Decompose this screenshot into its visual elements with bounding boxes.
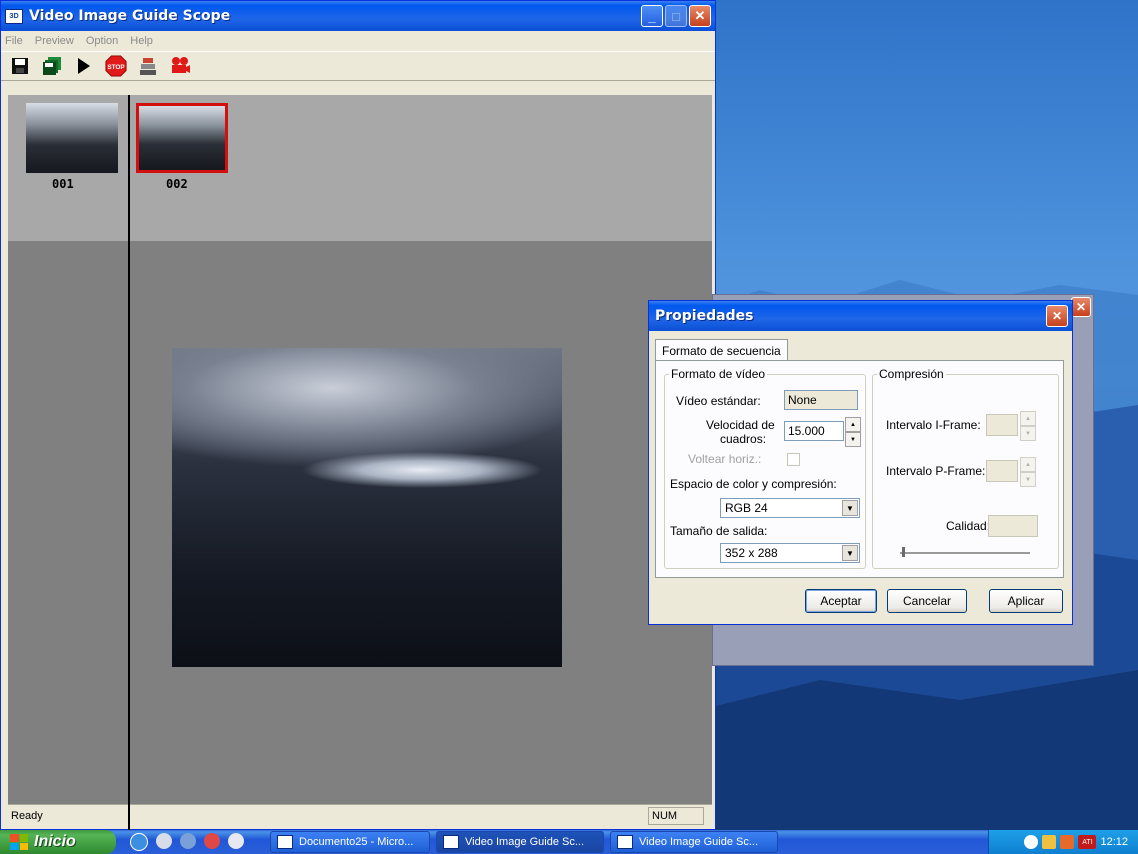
dialog-close-button[interactable]: ✕	[1046, 305, 1068, 327]
tab-sequence-format[interactable]: Formato de secuencia	[655, 339, 788, 362]
compression-legend: Compresión	[879, 367, 944, 381]
cancel-button[interactable]: Cancelar	[887, 589, 967, 613]
quality-slider[interactable]	[900, 552, 1030, 555]
save-icon[interactable]	[9, 55, 31, 77]
main-titlebar[interactable]: ЗD Video Image Guide Scope _ □ ✕	[1, 1, 715, 31]
menu-bar: File Preview Option Help	[1, 31, 715, 51]
clock-icon[interactable]	[1060, 835, 1075, 849]
clock: 12:12	[1100, 836, 1128, 848]
task-documento[interactable]: Documento25 - Micro...	[270, 831, 430, 853]
thumbnail-001[interactable]	[26, 103, 118, 173]
video-format-legend: Formato de vídeo	[671, 367, 766, 381]
colorspace-select[interactable]: RGB 24 ▼	[720, 498, 860, 518]
size-select[interactable]: 352 x 288 ▼	[720, 543, 860, 563]
status-num: NUM	[648, 807, 704, 825]
quality-input[interactable]	[988, 515, 1038, 537]
stop-label: STOP	[107, 64, 125, 71]
network-icon[interactable]	[180, 833, 196, 849]
toolbar: STOP	[1, 51, 715, 81]
start-button[interactable]: Inicio	[0, 830, 116, 854]
properties-dialog: Propiedades ✕ Formato de secuencia Forma…	[648, 300, 1073, 625]
iframe-spinner[interactable]: ▲ ▼	[1020, 411, 1036, 441]
save-all-icon[interactable]	[41, 55, 63, 77]
thumbnail-strip: 001 002	[8, 95, 712, 241]
ok-button[interactable]: Aceptar	[805, 589, 877, 613]
camera-icon[interactable]	[169, 55, 191, 77]
thumbnail-label: 002	[166, 177, 188, 191]
menu-preview[interactable]: Preview	[35, 35, 74, 47]
iframe-input[interactable]	[986, 414, 1018, 436]
word-icon	[277, 835, 293, 849]
fps-label-2: cuadros:	[720, 432, 767, 446]
thumbnail-label: 001	[52, 177, 74, 191]
fps-label: Velocidad de	[706, 418, 775, 432]
divider-line	[128, 95, 130, 835]
player-icon[interactable]	[228, 833, 244, 849]
close-icon[interactable]: ✕	[1071, 297, 1091, 317]
dialog-title: Propiedades	[655, 308, 754, 324]
window-title: Video Image Guide Scope	[29, 8, 231, 24]
iframe-label: Intervalo I-Frame:	[886, 418, 981, 432]
menu-option[interactable]: Option	[86, 35, 118, 47]
app-icon	[617, 835, 633, 849]
capture-stack-icon[interactable]	[137, 55, 159, 77]
status-text: Ready	[11, 810, 43, 822]
play-icon[interactable]	[73, 55, 95, 77]
close-button[interactable]: ✕	[689, 5, 711, 27]
fps-spinner[interactable]: ▲ ▼	[845, 417, 861, 447]
chevron-left-icon[interactable]	[1024, 835, 1039, 849]
menu-help[interactable]: Help	[130, 35, 153, 47]
video-preview	[172, 348, 562, 667]
pframe-spinner[interactable]: ▲ ▼	[1020, 457, 1036, 487]
size-label: Tamaño de salida:	[670, 524, 768, 538]
flip-checkbox[interactable]	[787, 453, 800, 466]
fps-input[interactable]: 15.000	[784, 421, 844, 441]
maximize-button[interactable]: □	[665, 5, 687, 27]
windows-flag-icon	[10, 834, 28, 850]
minimize-button[interactable]: _	[641, 5, 663, 27]
outlook-icon[interactable]	[156, 833, 172, 849]
pframe-input[interactable]	[986, 460, 1018, 482]
task-video-guide-1[interactable]: Video Image Guide Sc...	[436, 831, 604, 853]
taskbar: Inicio Documento25 - Micro... Video Imag…	[0, 830, 1138, 854]
quality-slider-handle[interactable]	[902, 547, 905, 557]
quick-launch	[130, 833, 244, 851]
ati-icon[interactable]: ATI	[1078, 835, 1097, 849]
media-icon[interactable]	[204, 833, 220, 849]
mail-icon[interactable]	[1042, 835, 1057, 849]
chevron-down-icon: ▼	[842, 545, 858, 561]
app-icon: ЗD	[5, 8, 23, 24]
standard-label: Vídeo estándar:	[676, 394, 761, 408]
chevron-down-icon: ▼	[842, 500, 858, 516]
dialog-titlebar[interactable]: Propiedades ✕	[649, 301, 1072, 331]
menu-file[interactable]: File	[5, 35, 23, 47]
standard-value: None	[784, 390, 858, 410]
colorspace-label: Espacio de color y compresión:	[670, 477, 837, 491]
tab-panel: Formato de vídeo Vídeo estándar: None Ve…	[655, 360, 1064, 578]
system-tray: ATI 12:12	[988, 830, 1138, 854]
task-video-guide-2[interactable]: Video Image Guide Sc...	[610, 831, 778, 853]
start-label: Inicio	[34, 833, 76, 850]
ie-icon[interactable]	[130, 833, 148, 851]
status-bar: Ready NUM	[8, 804, 712, 827]
quality-label: Calidad:	[946, 519, 991, 533]
pframe-label: Intervalo P-Frame:	[886, 464, 986, 478]
flip-label: Voltear horiz.:	[688, 452, 762, 466]
apply-button[interactable]: Aplicar	[989, 589, 1063, 613]
app-icon	[443, 835, 459, 849]
stop-icon[interactable]: STOP	[105, 55, 127, 77]
thumbnail-002[interactable]	[136, 103, 228, 173]
